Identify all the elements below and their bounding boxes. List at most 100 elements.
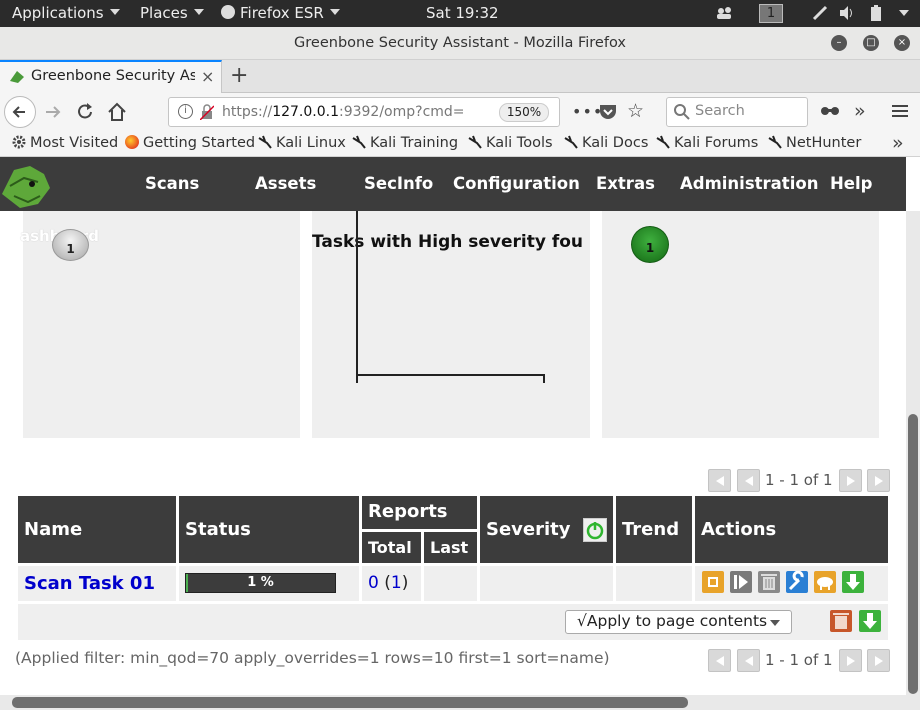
previous-page-button[interactable] — [737, 649, 760, 672]
nav-assets[interactable]: Assets — [255, 174, 316, 193]
pocket-icon[interactable] — [599, 104, 617, 124]
chevron-down-icon — [193, 9, 204, 15]
nav-configuration[interactable]: Configuration — [453, 174, 580, 193]
bulk-delete-button[interactable] — [830, 610, 852, 632]
bulk-export-button[interactable] — [859, 610, 881, 632]
pagination-top: 1 - 1 of 1 — [708, 469, 890, 493]
bookmark-nethunter[interactable]: NetHunter — [768, 135, 861, 151]
column-header-status[interactable]: Status — [179, 496, 359, 563]
navigation-toolbar: i https://127.0.0.1:9392/omp?cmd=ge 150%… — [0, 93, 920, 131]
dashboard-panel-left: ashboard 1 — [20, 211, 300, 438]
horizontal-scroll-thumb[interactable] — [12, 697, 688, 708]
new-tab-button[interactable]: + — [230, 63, 248, 88]
reload-button[interactable] — [74, 101, 96, 127]
edit-task-button[interactable] — [786, 570, 808, 593]
bookmark-kali-linux[interactable]: Kali Linux — [258, 135, 346, 151]
overflow-chevron-icon[interactable]: » — [854, 100, 866, 122]
zoom-indicator[interactable]: 150% — [499, 103, 549, 122]
chevron-down-icon — [329, 9, 340, 15]
firefox-icon — [221, 5, 235, 19]
apply-select-label: √Apply to page contents — [577, 612, 768, 630]
first-page-button[interactable] — [708, 649, 731, 672]
reports-total: 0 (1) — [368, 573, 409, 593]
horizontal-scrollbar[interactable] — [0, 695, 920, 710]
next-page-button[interactable] — [839, 649, 862, 672]
maximize-button[interactable]: □ — [863, 35, 879, 51]
minimize-button[interactable]: – — [831, 35, 847, 51]
bookmarks-overflow-icon[interactable]: » — [892, 132, 904, 154]
private-mask-icon[interactable] — [820, 105, 840, 121]
close-tab-icon[interactable]: × — [201, 67, 214, 86]
kali-dragon-icon — [352, 135, 366, 149]
firefox-app-menu[interactable]: Firefox ESR — [221, 4, 340, 22]
close-window-button[interactable]: × — [894, 35, 910, 51]
workspace-indicator[interactable]: 1 — [759, 4, 783, 23]
power-icon[interactable] — [583, 518, 607, 542]
first-page-button[interactable] — [708, 469, 731, 492]
count-indicator[interactable]: 1 — [52, 229, 89, 261]
pen-icon[interactable] — [812, 5, 828, 25]
column-header-total[interactable]: Total — [362, 532, 421, 563]
task-name-link[interactable]: Scan Task 01 — [24, 573, 155, 594]
url-text[interactable]: https://127.0.0.1:9392/omp?cmd=ge — [222, 104, 464, 120]
nav-administration[interactable]: Administration — [680, 174, 818, 193]
clone-task-button[interactable] — [814, 571, 836, 593]
nav-scans[interactable]: Scans — [145, 174, 199, 193]
start-task-button[interactable] — [702, 571, 724, 593]
vertical-scroll-thumb[interactable] — [908, 414, 918, 694]
url-bar[interactable]: i https://127.0.0.1:9392/omp?cmd=ge 150% — [168, 97, 560, 127]
bookmark-kali-training[interactable]: Kali Training — [352, 135, 458, 151]
previous-page-button[interactable] — [737, 469, 760, 492]
nav-secinfo[interactable]: SecInfo — [364, 174, 433, 193]
count-indicator[interactable]: 1 — [631, 226, 669, 263]
last-page-button[interactable] — [867, 469, 890, 492]
bookmark-star-icon[interactable]: ☆ — [627, 100, 644, 122]
bookmark-kali-tools[interactable]: Kali Tools — [468, 135, 553, 151]
info-icon[interactable]: i — [178, 104, 193, 119]
greenbone-logo[interactable] — [0, 160, 52, 214]
bookmark-kali-docs[interactable]: Kali Docs — [564, 135, 648, 151]
insecure-lock-icon[interactable] — [199, 104, 215, 124]
forward-button[interactable] — [42, 101, 64, 127]
bookmark-kali-forums[interactable]: Kali Forums — [656, 135, 758, 151]
places-label: Places — [140, 4, 188, 22]
system-menu[interactable] — [893, 5, 909, 23]
last-page-button[interactable] — [867, 649, 890, 672]
nav-help[interactable]: Help — [830, 174, 872, 193]
apply-to-page-select[interactable]: √Apply to page contents — [565, 610, 792, 634]
close-icon: × — [897, 37, 907, 48]
tab-greenbone[interactable]: Greenbone Security Assi × — [0, 60, 222, 93]
header-label: Status — [185, 519, 251, 540]
next-page-button[interactable] — [839, 469, 862, 492]
window-title: Greenbone Security Assistant - Mozilla F… — [294, 35, 626, 51]
applications-menu[interactable]: Applications — [12, 4, 120, 22]
url-prefix: https:// — [222, 104, 273, 120]
bookmark-most-visited[interactable]: Most Visited — [12, 135, 118, 151]
battery-icon[interactable] — [870, 5, 882, 26]
reports-all-link[interactable]: 1 — [391, 573, 402, 593]
bookmark-label: Kali Training — [370, 135, 459, 151]
column-header-trend[interactable]: Trend — [616, 496, 692, 563]
column-header-last[interactable]: Last — [424, 532, 477, 563]
gear-icon — [12, 135, 26, 149]
resume-task-button[interactable] — [730, 571, 752, 593]
chevron-down-icon — [770, 620, 780, 626]
places-menu[interactable]: Places — [140, 4, 204, 22]
back-button[interactable] — [4, 96, 36, 128]
volume-icon[interactable] — [838, 5, 856, 25]
column-header-actions: Actions — [695, 496, 888, 563]
search-box[interactable]: Search — [666, 97, 808, 127]
home-button[interactable] — [106, 101, 128, 127]
column-header-severity[interactable]: Severity — [480, 496, 613, 563]
export-task-button[interactable] — [842, 571, 864, 593]
bookmark-getting-started[interactable]: Getting Started — [125, 135, 255, 151]
vertical-scrollbar[interactable] — [906, 211, 920, 695]
reports-total-link[interactable]: 0 — [368, 573, 379, 593]
trash-icon — [761, 574, 777, 590]
nav-extras[interactable]: Extras — [596, 174, 655, 193]
delete-task-button[interactable] — [758, 571, 780, 593]
hamburger-menu-icon[interactable] — [892, 103, 908, 123]
clock[interactable]: Sat 19:32 — [426, 4, 499, 22]
users-icon[interactable] — [716, 6, 734, 20]
column-header-name[interactable]: Name — [18, 496, 176, 563]
